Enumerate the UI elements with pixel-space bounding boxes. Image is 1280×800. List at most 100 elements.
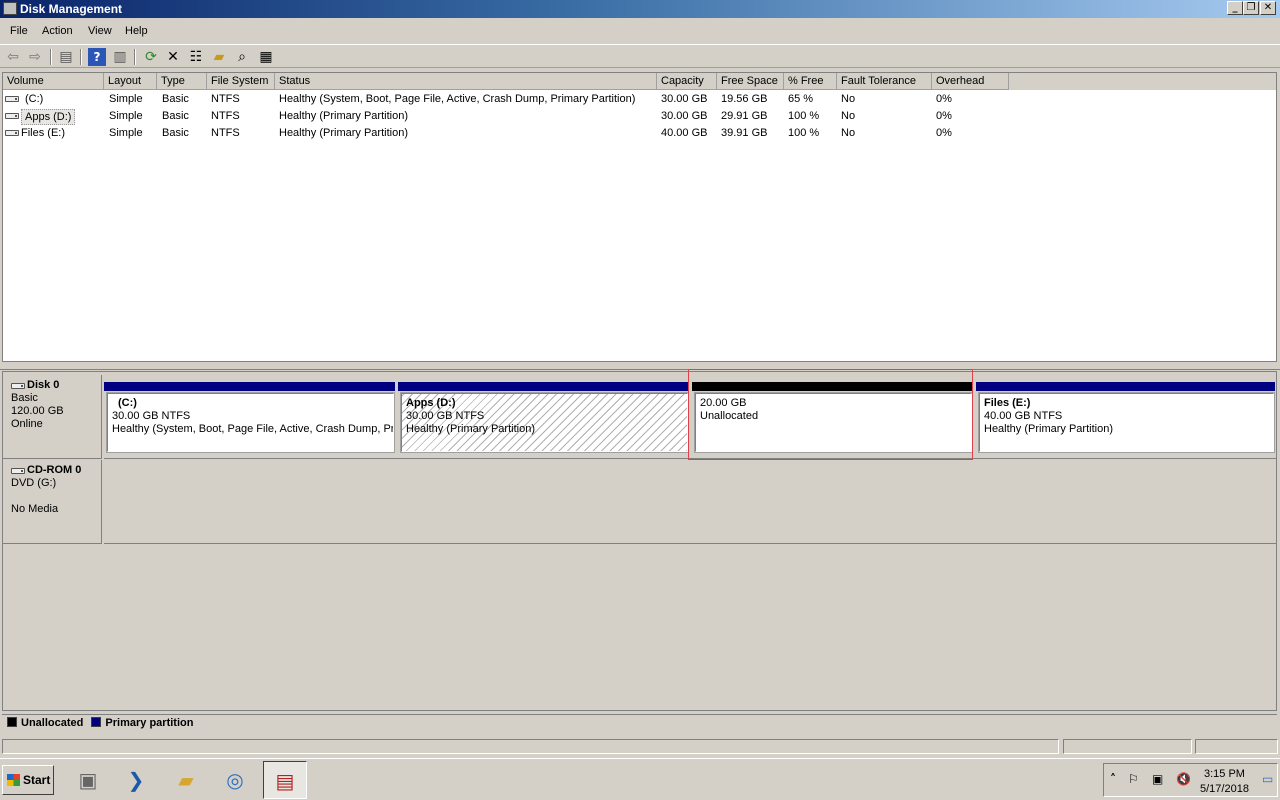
menu-view[interactable]: View bbox=[88, 25, 112, 37]
help-topics-icon[interactable]: ▦ bbox=[257, 48, 275, 66]
volume-overhead: 0% bbox=[936, 127, 952, 139]
volume-status: Healthy (Primary Partition) bbox=[279, 110, 408, 122]
partition-size: 30.00 GB NTFS bbox=[112, 410, 191, 422]
volume-status: Healthy (System, Boot, Page File, Active… bbox=[279, 93, 636, 105]
partition-name: Files (E:) bbox=[984, 397, 1031, 409]
volume-row[interactable]: Apps (D:) Simple Basic NTFS Healthy (Pri… bbox=[3, 108, 1276, 125]
help-icon[interactable]: ? bbox=[88, 48, 106, 66]
column-header-layout[interactable]: Layout bbox=[104, 73, 157, 90]
menu-action[interactable]: Action bbox=[42, 25, 73, 37]
volume-status: Healthy (Primary Partition) bbox=[279, 127, 408, 139]
start-label: Start bbox=[23, 773, 51, 787]
partition-c-bar bbox=[104, 382, 395, 391]
volume-name: (C:) bbox=[25, 93, 44, 105]
clock-time: 3:15 PM bbox=[1203, 768, 1245, 780]
network-icon[interactable]: ▣ bbox=[1152, 772, 1163, 786]
menu-file[interactable]: File bbox=[10, 25, 28, 37]
refresh-icon[interactable]: ⟳ bbox=[142, 48, 160, 66]
action-center-flag-icon[interactable]: ⚐ bbox=[1128, 772, 1139, 786]
column-header-file-system[interactable]: File System bbox=[207, 73, 275, 90]
column-header-status[interactable]: Status bbox=[275, 73, 657, 90]
column-header-capacity[interactable]: Capacity bbox=[657, 73, 717, 90]
toolbox-app-icon[interactable]: ▤ bbox=[263, 761, 307, 799]
clock[interactable]: 3:15 PM 5/17/2018 bbox=[1200, 767, 1249, 797]
cd-drive-icon bbox=[11, 468, 25, 474]
volume-free-space: 19.56 GB bbox=[721, 93, 768, 105]
volume-list-header: Volume Layout Type File System Status Ca… bbox=[3, 73, 1276, 90]
menu-help[interactable]: Help bbox=[125, 25, 148, 37]
volume-muted-icon[interactable]: 🔇 bbox=[1176, 772, 1191, 786]
server-manager-icon[interactable]: ▣ bbox=[66, 761, 110, 799]
volume-type: Basic bbox=[162, 93, 189, 105]
volume-fault-tolerance: No bbox=[841, 93, 856, 105]
disk-status: No Media bbox=[11, 503, 59, 515]
column-header-fault-tolerance[interactable]: Fault Tolerance bbox=[837, 73, 932, 90]
volume-capacity: 30.00 GB bbox=[661, 110, 708, 122]
disk-management-app-icon bbox=[3, 2, 17, 15]
explorer-folder-icon[interactable]: ▰ bbox=[164, 761, 208, 799]
volume-percent-free: 65 % bbox=[788, 93, 814, 105]
close-button[interactable]: ✕ bbox=[1260, 1, 1276, 15]
disk-name-text: CD-ROM 0 bbox=[27, 464, 82, 476]
unallocated-swatch bbox=[7, 717, 17, 727]
partition-e[interactable]: Files (E:) 40.00 GB NTFS Healthy (Primar… bbox=[978, 392, 1275, 453]
status-pane-2 bbox=[1063, 739, 1192, 754]
toolbar-separator bbox=[50, 49, 52, 65]
column-header-overhead[interactable]: Overhead bbox=[932, 73, 1009, 90]
volume-file-system: NTFS bbox=[211, 93, 240, 105]
status-pane-3 bbox=[1195, 739, 1278, 754]
status-pane-main bbox=[2, 739, 1059, 754]
legend: Unallocated Primary partition bbox=[2, 714, 1277, 732]
column-header-volume[interactable]: Volume bbox=[3, 73, 104, 90]
volume-type: Basic bbox=[162, 110, 189, 122]
back-icon[interactable]: ⇦ bbox=[4, 48, 22, 66]
minimize-button[interactable]: _ bbox=[1227, 1, 1243, 15]
window-title: Disk Management bbox=[20, 2, 123, 16]
explore-icon[interactable]: ⌕ bbox=[233, 48, 251, 66]
disk-map-pane: Disk 0 Basic 120.00 GB Online (C:) 30.00… bbox=[2, 371, 1277, 711]
menu-bar: File Action View Help bbox=[0, 22, 1280, 42]
partition-c[interactable]: (C:) 30.00 GB NTFS Healthy (System, Boot… bbox=[106, 392, 395, 453]
volume-fault-tolerance: No bbox=[841, 127, 856, 139]
powershell-icon[interactable]: ❯ bbox=[114, 761, 158, 799]
cdrom-0-label[interactable]: CD-ROM 0 DVD (G:) No Media bbox=[3, 460, 102, 544]
partition-status: Healthy (Primary Partition) bbox=[984, 423, 1113, 435]
volume-list[interactable]: Volume Layout Type File System Status Ca… bbox=[2, 72, 1277, 362]
volume-row[interactable]: Files (E:) Simple Basic NTFS Healthy (Pr… bbox=[3, 125, 1276, 142]
forward-icon[interactable]: ⇨ bbox=[26, 48, 44, 66]
disk-0-name: Disk 0 bbox=[11, 379, 101, 392]
column-header-type[interactable]: Type bbox=[157, 73, 207, 90]
primary-swatch bbox=[91, 717, 102, 727]
volume-row[interactable]: (C:) Simple Basic NTFS Healthy (System, … bbox=[3, 91, 1276, 108]
show-hide-console-tree-icon[interactable]: ▤ bbox=[57, 48, 75, 66]
title-bar[interactable]: Disk Management _ ❐ ✕ bbox=[0, 0, 1280, 18]
volume-file-system: NTFS bbox=[211, 127, 240, 139]
column-header-free-space[interactable]: Free Space bbox=[717, 73, 784, 90]
volume-percent-free: 100 % bbox=[788, 110, 820, 122]
disk-status: Online bbox=[11, 418, 43, 430]
start-button[interactable]: Start bbox=[2, 765, 54, 795]
volume-overhead: 0% bbox=[936, 93, 952, 105]
toolbar-separator bbox=[80, 49, 82, 65]
volume-type: Basic bbox=[162, 127, 189, 139]
volume-layout: Simple bbox=[109, 127, 143, 139]
restore-button[interactable]: ❐ bbox=[1243, 1, 1259, 15]
show-desktop-icon[interactable]: ▭ bbox=[1262, 772, 1273, 786]
toolbar: ⇦ ⇨ ▤ ? ▥ ⟳ ✕ ☷ ▰ ⌕ ▦ bbox=[0, 44, 1280, 68]
disk-management-taskbar-icon[interactable]: ◎ bbox=[213, 761, 257, 799]
open-icon[interactable]: ▰ bbox=[210, 48, 228, 66]
partition-d[interactable]: Apps (D:) 30.00 GB NTFS Healthy (Primary… bbox=[400, 392, 689, 453]
partition-name: Apps (D:) bbox=[406, 397, 456, 409]
delete-icon[interactable]: ✕ bbox=[164, 48, 182, 66]
disk-name-text: Disk 0 bbox=[27, 379, 60, 391]
show-hide-action-pane-icon[interactable]: ▥ bbox=[111, 48, 129, 66]
partition-d-bar bbox=[398, 382, 689, 391]
pane-splitter[interactable] bbox=[0, 362, 1280, 370]
taskbar: Start ▣ ❯ ▰ ◎ ▤ ˄ ⚐ ▣ 🔇 3:15 PM 5/17/201… bbox=[0, 758, 1280, 800]
properties-icon[interactable]: ☷ bbox=[187, 48, 205, 66]
show-hidden-icons-icon[interactable]: ˄ bbox=[1110, 772, 1116, 786]
column-header-percent-free[interactable]: % Free bbox=[784, 73, 837, 90]
volume-layout: Simple bbox=[109, 110, 143, 122]
partition-size: 40.00 GB NTFS bbox=[984, 410, 1063, 422]
disk-0-label[interactable]: Disk 0 Basic 120.00 GB Online bbox=[3, 375, 102, 459]
